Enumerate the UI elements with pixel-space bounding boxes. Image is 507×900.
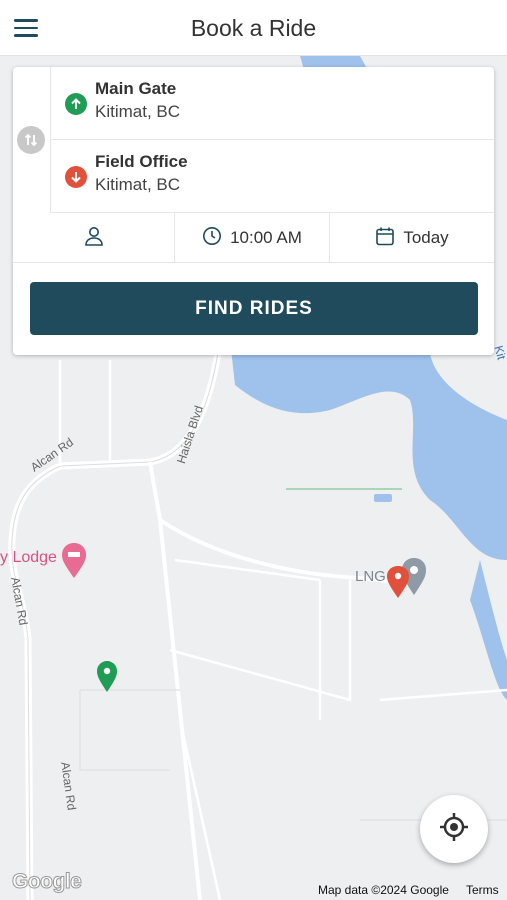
page-title: Book a Ride (190, 15, 317, 41)
time-value: 10:00 AM (230, 228, 302, 247)
calendar-icon (375, 226, 395, 251)
person-icon (83, 225, 105, 252)
booking-card: Main Gate Kitimat, BC Field Office Kitim… (13, 67, 494, 355)
clock-icon (202, 226, 222, 251)
date-selector[interactable]: Today (330, 213, 494, 263)
passenger-selector[interactable] (13, 213, 175, 263)
arrow-down-icon (65, 166, 87, 188)
poi-label-lng[interactable]: LNG (355, 568, 386, 585)
poi-label-lodge[interactable]: y Lodge (0, 549, 57, 567)
destination-map-pin-icon (387, 566, 409, 598)
google-logo: Google (11, 870, 82, 894)
swap-column (13, 67, 51, 213)
lodge-poi-icon (62, 543, 86, 578)
crosshair-locate-icon (439, 812, 469, 847)
app-header: Book a Ride (0, 0, 507, 56)
origin-row[interactable]: Main Gate Kitimat, BC (51, 67, 494, 140)
arrow-up-icon (65, 93, 87, 115)
locate-me-button[interactable] (420, 795, 488, 863)
origin-name: Main Gate (95, 79, 177, 98)
swap-icon[interactable] (17, 126, 45, 154)
date-value: Today (403, 228, 449, 247)
find-rides-button[interactable]: FIND RIDES (30, 282, 478, 335)
time-selector[interactable]: 10:00 AM (175, 213, 330, 263)
origin-map-pin-icon (97, 661, 117, 692)
destination-name: Field Office (95, 152, 188, 171)
terms-link[interactable]: Terms (466, 883, 499, 897)
destination-row[interactable]: Field Office Kitimat, BC (51, 140, 494, 213)
destination-city: Kitimat, BC (95, 175, 181, 194)
origin-city: Kitimat, BC (95, 102, 181, 121)
map-attribution: Map data ©2024 Google (318, 883, 449, 897)
trip-options: 10:00 AM Today (13, 213, 494, 263)
